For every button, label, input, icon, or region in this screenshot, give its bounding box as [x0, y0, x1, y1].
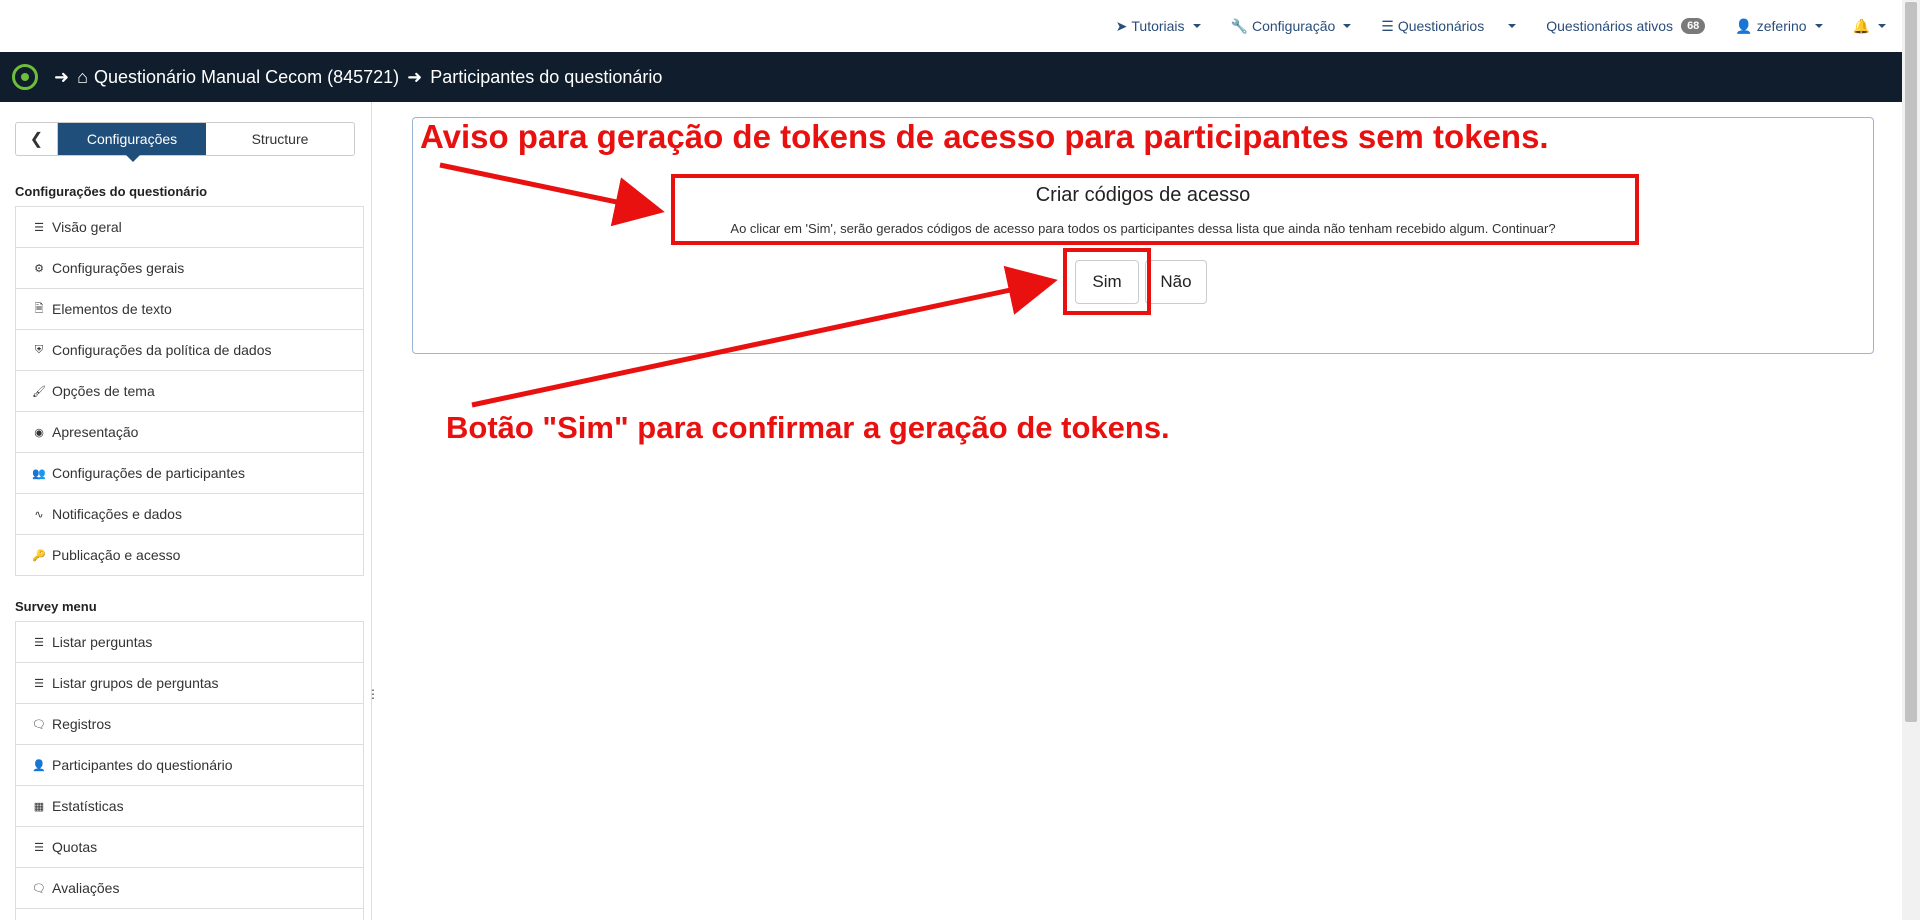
annotation-highlight-box-sim	[1063, 248, 1151, 315]
sidebar-item-configuracoes-gerais[interactable]: ⚙ Configurações gerais	[15, 248, 364, 289]
collapse-sidebar-button[interactable]: ❮	[16, 123, 58, 155]
nav-user-label: zeferino	[1756, 18, 1807, 34]
sidebar-item-notificacoes[interactable]: ∿ Notificações e dados	[15, 494, 364, 535]
rss-icon: ∿	[34, 508, 44, 521]
comment-icon: 🗨	[32, 882, 46, 895]
sidebar-item-elementos-texto[interactable]: 🗎 Elementos de texto	[15, 289, 364, 330]
sidebar-item-publicacao[interactable]: 🔑 Publicação e acesso	[15, 535, 364, 576]
active-count-badge: 68	[1681, 18, 1706, 34]
sidebar-item-label: Configurações gerais	[52, 260, 185, 276]
sidebar-tabs: ❮ Configurações Structure	[15, 122, 355, 162]
rocket-icon: ➤	[1115, 17, 1128, 34]
breadcrumb-survey-link[interactable]: Questionário Manual Cecom (845721)	[94, 67, 399, 88]
sidebar-item-label: Configurações de participantes	[52, 465, 246, 481]
breadcrumb-current-page: Participantes do questionário	[430, 66, 663, 87]
file-text-icon: 🗎	[34, 302, 44, 315]
sidebar-item-label: Opções de tema	[52, 383, 155, 399]
sidebar-item-label: Participantes do questionário	[52, 757, 233, 773]
tab-configuracoes[interactable]: Configurações	[58, 123, 206, 162]
section-title-survey-menu: Survey menu	[15, 599, 97, 614]
nav-questionarios-ativos[interactable]: Questionários ativos 68	[1546, 18, 1706, 34]
list-icon: ☰	[34, 221, 44, 234]
sidebar-item-quotas[interactable]: ☰ Quotas	[15, 827, 364, 868]
sidebar-item-label: Listar grupos de perguntas	[52, 675, 219, 691]
sidebar-item-label: Apresentação	[52, 424, 139, 440]
tasks-icon: ☰	[34, 841, 44, 854]
arrow-right-icon: ➜	[407, 66, 423, 87]
sidebar-item-registros[interactable]: 🗨 Registros	[15, 704, 364, 745]
user-icon: 👤	[1735, 17, 1753, 34]
chevron-left-icon: ❮	[29, 131, 44, 148]
key-icon: 🔑	[32, 549, 46, 562]
nav-questionarios-dropdown[interactable]	[1504, 24, 1517, 28]
nav-tutoriais[interactable]: ➤ Tutoriais	[1116, 18, 1201, 35]
nav-questionarios[interactable]: ☰ Questionários	[1381, 18, 1484, 35]
sidebar-item-opcoes-tema[interactable]: 🖌 Opções de tema	[15, 371, 364, 412]
caret-down-icon	[1508, 24, 1517, 28]
arrow-right-icon: ➜	[54, 66, 70, 87]
brush-icon: 🖌	[32, 385, 46, 398]
sidebar-item-apresentacao[interactable]: ◉ Apresentação	[15, 412, 364, 453]
annotation-highlight-box-message	[671, 174, 1639, 245]
top-navbar: ➤ Tutoriais 🔧 Configuração ☰ Questionári…	[0, 0, 1900, 52]
sidebar-resize-handle[interactable]: ⋮	[367, 688, 379, 706]
sidebar-item-label: Registros	[52, 716, 112, 732]
annotation-bottom: Botão "Sim" para confirmar a geração de …	[446, 410, 1170, 445]
caret-down-icon	[1878, 24, 1886, 28]
sidebar-item-label: Avaliações	[52, 880, 120, 896]
caret-down-icon	[1814, 24, 1823, 28]
list-icon: ☰	[1381, 17, 1394, 34]
nav-notifications[interactable]: 🔔	[1853, 18, 1886, 35]
bar-chart-icon: ▦	[33, 800, 45, 813]
sidebar-item-politica-dados[interactable]: ⛨ Configurações da política de dados	[15, 330, 364, 371]
nao-button[interactable]: Não	[1145, 260, 1207, 304]
sidebar-item-visao-geral[interactable]: ☰ Visão geral	[15, 207, 364, 248]
sidebar-item-more[interactable]	[15, 909, 364, 920]
caret-down-icon	[1192, 24, 1201, 28]
list-icon: ☰	[34, 636, 44, 649]
wrench-icon: 🔧	[1230, 17, 1248, 34]
sidebar-item-config-participantes[interactable]: 👥 Configurações de participantes	[15, 453, 364, 494]
nav-user[interactable]: 👤 zeferino	[1735, 17, 1823, 35]
breadcrumb: ➜ ⌂ Questionário Manual Cecom (845721) ➜…	[0, 52, 1902, 102]
users-icon: 👥	[32, 467, 46, 480]
section-title-config: Configurações do questionário	[15, 184, 208, 199]
nav-configuracao[interactable]: 🔧 Configuração	[1231, 18, 1352, 35]
comment-icon: 🗨	[32, 718, 46, 731]
user-icon: 👤	[32, 759, 46, 772]
gears-icon: ⚙	[34, 262, 44, 275]
sidebar-item-label: Listar perguntas	[52, 634, 153, 650]
sidebar: ❮ Configurações Structure Configurações …	[0, 102, 379, 920]
survey-menu: ☰ Listar perguntas ☰ Listar grupos de perg…	[15, 621, 364, 920]
limesurvey-logo-icon[interactable]	[12, 64, 38, 90]
config-menu: ☰ Visão geral ⚙ Configurações gerais 🗎 Elem…	[15, 206, 364, 576]
sidebar-item-listar-grupos[interactable]: ☰ Listar grupos de perguntas	[15, 663, 364, 704]
caret-down-icon	[1343, 24, 1352, 28]
sidebar-item-label: Elementos de texto	[52, 301, 172, 317]
shield-icon: ⛨	[34, 343, 44, 356]
th-list-icon: ☰	[34, 677, 44, 690]
sidebar-item-listar-perguntas[interactable]: ☰ Listar perguntas	[15, 622, 364, 663]
sidebar-item-label: Estatísticas	[52, 798, 124, 814]
sidebar-item-label: Configurações da política de dados	[52, 342, 272, 358]
annotation-top: Aviso para geração de tokens de acesso p…	[420, 118, 1549, 155]
home-icon: ⌂	[77, 66, 88, 87]
nav-tutoriais-label: Tutoriais	[1131, 18, 1185, 34]
sidebar-item-estatisticas[interactable]: ▦ Estatísticas	[15, 786, 364, 827]
sidebar-item-label: Quotas	[52, 839, 98, 855]
nav-questionarios-label: Questionários	[1397, 18, 1485, 34]
sidebar-item-label: Visão geral	[52, 219, 122, 235]
scrollbar-thumb[interactable]	[1905, 2, 1917, 722]
sidebar-item-participantes[interactable]: 👤 Participantes do questionário	[15, 745, 364, 786]
nav-configuracao-label: Configuração	[1251, 18, 1336, 34]
sidebar-item-label: Notificações e dados	[52, 506, 182, 522]
tab-structure[interactable]: Structure	[206, 123, 354, 155]
nav-questionarios-ativos-label: Questionários ativos	[1546, 18, 1674, 34]
bell-icon: 🔔	[1852, 17, 1870, 34]
sidebar-item-label: Publicação e acesso	[52, 547, 181, 563]
sidebar-item-avaliacoes[interactable]: 🗨 Avaliações	[15, 868, 364, 909]
eye-slash-icon: ◉	[34, 426, 44, 439]
